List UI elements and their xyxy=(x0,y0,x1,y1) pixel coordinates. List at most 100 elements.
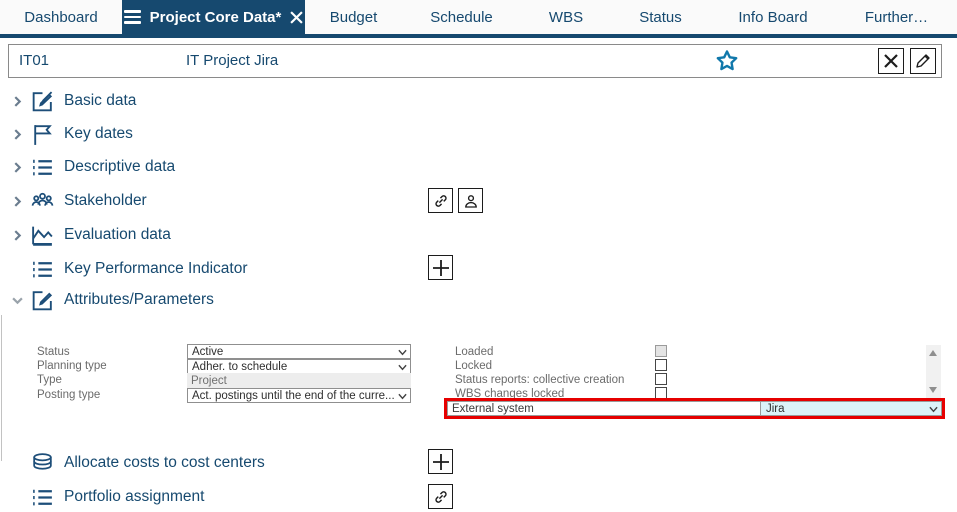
section-descriptive-data[interactable]: Descriptive data xyxy=(0,154,420,180)
external-system-highlight: External system Jira xyxy=(444,398,945,419)
tab-budget[interactable]: Budget xyxy=(305,0,402,34)
tab-label: Status xyxy=(639,8,682,26)
section-portfolio-assignment[interactable]: Portfolio assignment xyxy=(0,484,420,510)
type-readonly-field: Project xyxy=(187,373,411,388)
person-icon xyxy=(464,194,477,208)
close-icon xyxy=(884,54,898,68)
checkbox-label: Loaded xyxy=(455,346,494,358)
link-icon xyxy=(434,194,447,207)
chevron-down-icon xyxy=(398,349,407,356)
menu-icon[interactable] xyxy=(123,10,141,24)
tab-info-board[interactable]: Info Board xyxy=(710,0,836,34)
tab-wbs[interactable]: WBS xyxy=(521,0,611,34)
field-label: Type xyxy=(37,374,62,386)
project-id: IT01 xyxy=(19,52,50,69)
posting-type-select[interactable]: Act. postings until the end of the curre… xyxy=(187,388,411,403)
list-icon xyxy=(30,485,55,510)
section-label: Stakeholder xyxy=(64,192,147,209)
coins-icon xyxy=(30,451,55,476)
allocate-costs-add-button[interactable] xyxy=(428,449,453,474)
tab-further[interactable]: Further… xyxy=(836,0,957,34)
chevron-right-icon[interactable] xyxy=(12,95,23,107)
list-icon xyxy=(30,155,55,180)
status-reports-checkbox[interactable] xyxy=(655,373,667,385)
select-value: Adher. to schedule xyxy=(192,360,288,373)
chevron-right-icon[interactable] xyxy=(12,195,23,207)
chevron-down-icon xyxy=(398,393,407,400)
chevron-right-icon[interactable] xyxy=(12,229,23,241)
section-label: Evaluation data xyxy=(64,226,171,243)
app-window: Dashboard Project Core Data* Budget Sche… xyxy=(0,0,957,512)
link-icon xyxy=(434,490,447,503)
tab-label: Project Core Data* xyxy=(149,8,282,26)
project-header: IT01 IT Project Jira xyxy=(8,44,942,78)
tab-label: Schedule xyxy=(430,8,493,26)
section-label: Basic data xyxy=(64,92,137,109)
checkbox-label: Status reports: collective creation xyxy=(455,374,625,386)
edit-button[interactable] xyxy=(910,48,936,74)
panel-scrollbar[interactable] xyxy=(926,345,941,398)
chevron-down-icon xyxy=(929,406,938,413)
people-icon xyxy=(30,189,55,214)
select-value: Act. postings until the end of the curre… xyxy=(192,389,395,402)
chevron-right-icon[interactable] xyxy=(12,128,23,140)
edit-icon xyxy=(30,89,55,114)
section-allocate-costs[interactable]: Allocate costs to cost centers xyxy=(0,450,420,476)
select-value: Active xyxy=(192,345,224,358)
field-label: Posting type xyxy=(37,389,101,401)
tab-label: Further… xyxy=(864,8,929,26)
tab-bar: Dashboard Project Core Data* Budget Sche… xyxy=(0,0,957,34)
status-select[interactable]: Active xyxy=(187,344,411,359)
chevron-down-icon xyxy=(398,364,407,371)
tab-project-core-data[interactable]: Project Core Data* xyxy=(122,0,305,34)
section-label: Allocate costs to cost centers xyxy=(64,454,265,471)
tab-dashboard[interactable]: Dashboard xyxy=(0,0,122,34)
section-indent-line xyxy=(1,315,2,461)
close-button[interactable] xyxy=(878,48,904,74)
external-system-label: External system xyxy=(447,401,760,416)
stakeholder-link-button[interactable] xyxy=(428,188,453,213)
section-label: Key Performance Indicator xyxy=(64,260,248,277)
locked-checkbox[interactable] xyxy=(655,359,667,371)
section-key-dates[interactable]: Key dates xyxy=(0,121,420,147)
section-label: Descriptive data xyxy=(64,158,176,175)
tab-schedule[interactable]: Schedule xyxy=(402,0,521,34)
planning-type-select[interactable]: Adher. to schedule xyxy=(187,359,411,374)
tab-label: Budget xyxy=(329,8,378,26)
favorite-star-icon[interactable] xyxy=(714,48,740,74)
scroll-up-arrow-icon[interactable] xyxy=(929,350,937,356)
chevron-right-icon[interactable] xyxy=(12,161,23,173)
tab-status[interactable]: Status xyxy=(611,0,710,34)
section-stakeholder[interactable]: Stakeholder xyxy=(0,188,420,214)
project-title: IT Project Jira xyxy=(186,52,279,69)
field-label: Status xyxy=(37,346,70,358)
select-value: Jira xyxy=(766,402,785,415)
plus-icon xyxy=(432,453,449,470)
tabbar-underline xyxy=(0,34,957,38)
loaded-checkbox xyxy=(655,345,667,357)
pencil-icon xyxy=(916,54,930,68)
scroll-down-arrow-icon[interactable] xyxy=(929,387,937,393)
close-tab-icon[interactable] xyxy=(290,10,304,24)
field-label: Planning type xyxy=(37,360,107,372)
stakeholder-person-button[interactable] xyxy=(458,188,483,213)
section-attributes-parameters[interactable]: Attributes/Parameters xyxy=(0,287,420,313)
field-label: External system xyxy=(452,402,534,415)
section-key-performance-indicator[interactable]: Key Performance Indicator xyxy=(0,256,420,282)
field-value: Project xyxy=(191,374,227,387)
portfolio-link-button[interactable] xyxy=(428,484,453,509)
flag-icon xyxy=(30,122,55,147)
section-basic-data[interactable]: Basic data xyxy=(0,88,420,114)
section-label: Attributes/Parameters xyxy=(64,291,214,308)
tab-label: Dashboard xyxy=(24,8,98,26)
chevron-down-icon[interactable] xyxy=(12,295,23,306)
section-label: Key dates xyxy=(64,125,133,142)
tab-label: Info Board xyxy=(738,8,808,26)
plus-icon xyxy=(432,259,449,276)
list-icon xyxy=(30,257,55,282)
checkbox-label: Locked xyxy=(455,360,493,372)
kpi-add-button[interactable] xyxy=(428,255,453,280)
section-evaluation-data[interactable]: Evaluation data xyxy=(0,222,420,248)
chart-icon xyxy=(30,223,55,248)
external-system-select[interactable]: Jira xyxy=(760,401,942,416)
